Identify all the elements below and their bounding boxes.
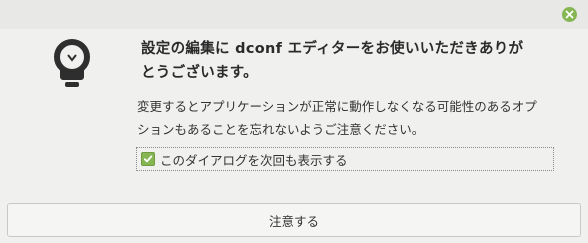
- close-button[interactable]: [562, 7, 577, 22]
- warning-message: 変更するとアプリケーションが正常に動作しなくなる可能性のあるオプ ションもあるこ…: [137, 95, 562, 141]
- confirm-button-label: 注意する: [268, 213, 319, 229]
- headline-line-1: 設定の編集に dconf エディターをお使いいただきありが: [141, 41, 524, 57]
- show-again-checkbox-row[interactable]: このダイアログを次回も表示する: [136, 147, 554, 171]
- show-again-checkbox[interactable]: [141, 152, 155, 166]
- title-bar: [0, 0, 588, 29]
- message-line-1: 変更するとアプリケーションが正常に動作しなくなる可能性のあるオプ: [137, 99, 537, 114]
- show-again-label: このダイアログを次回も表示する: [160, 152, 348, 168]
- message-line-2: ションもあることを忘れないようご注意ください。: [137, 122, 425, 137]
- dialog-content: 設定の編集に dconf エディターをお使いいただきありが とうございます。 変…: [0, 29, 588, 185]
- confirm-button[interactable]: 注意する: [7, 203, 581, 237]
- lightbulb-icon: [54, 39, 90, 87]
- headline-line-2: とうございます。: [141, 65, 258, 81]
- close-icon: [565, 10, 574, 19]
- dconf-warning-dialog: 設定の編集に dconf エディターをお使いいただきありが とうございます。 変…: [0, 0, 588, 243]
- checkmark-icon: [143, 155, 153, 163]
- dialog-headline: 設定の編集に dconf エディターをお使いいただきありが とうございます。: [141, 37, 571, 85]
